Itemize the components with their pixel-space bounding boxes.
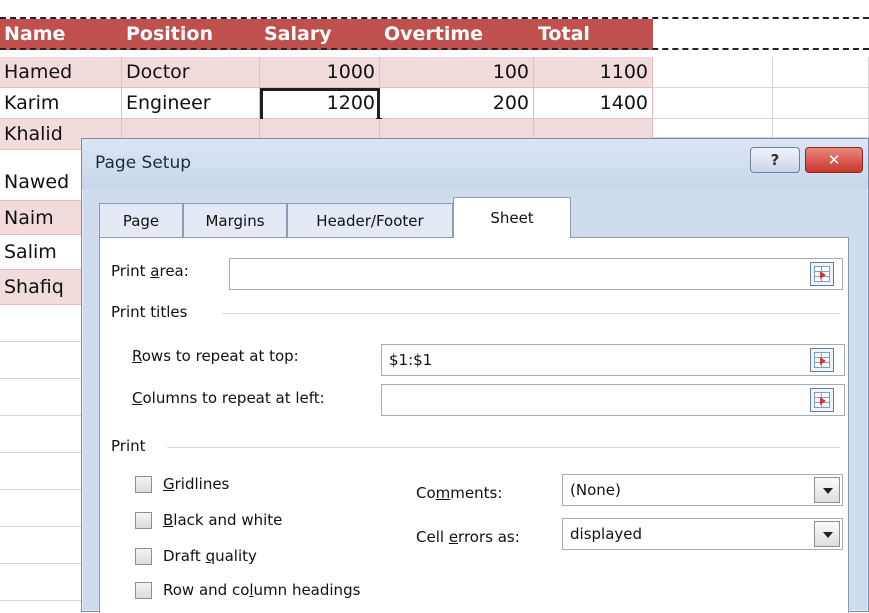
comments-select[interactable]: (None) (562, 474, 843, 506)
active-cell-selection[interactable] (260, 88, 380, 122)
print-titles-heading: Print titles (111, 303, 188, 321)
grid-cell[interactable] (0, 453, 84, 490)
copy-marquee (0, 17, 869, 19)
grid-cell[interactable] (773, 57, 869, 88)
print-heading: Print (111, 437, 146, 455)
cell-name[interactable]: Naim (0, 201, 84, 235)
header-cell-name[interactable]: Name (0, 19, 122, 50)
row-column-headings-label: Row and column headings (163, 581, 361, 599)
tab-page[interactable]: Page (99, 203, 183, 237)
columns-collapse-button[interactable] (810, 388, 834, 412)
header-cell-position[interactable]: Position (122, 19, 260, 50)
grid-cell[interactable] (0, 379, 84, 416)
cell-total[interactable]: 1100 (534, 57, 653, 88)
cell-salary[interactable]: 1000 (260, 57, 380, 88)
comments-label: Comments: (416, 484, 503, 502)
cell-name[interactable]: Shafiq (0, 270, 84, 305)
close-icon: ✕ (827, 151, 841, 169)
tab-header-footer[interactable]: Header/Footer (287, 203, 453, 237)
tab-sheet[interactable]: Sheet (453, 197, 571, 238)
header-cell-total[interactable]: Total (534, 19, 653, 50)
rows-to-repeat-input[interactable]: $1:$1 (381, 344, 845, 376)
grid-cell[interactable] (0, 564, 84, 601)
tab-margins[interactable]: Margins (183, 203, 287, 237)
close-button[interactable]: ✕ (805, 147, 863, 173)
grid-cell[interactable] (653, 119, 773, 138)
cell-overtime[interactable]: 100 (380, 57, 534, 88)
cell-position[interactable]: Engineer (122, 88, 260, 119)
grid-cell[interactable] (773, 119, 869, 138)
cell-errors-value: displayed (570, 525, 643, 543)
table-header-row: Name Position Salary Overtime Total (0, 19, 653, 50)
cell-total[interactable]: 1400 (534, 88, 653, 119)
cell-errors-label: Cell errors as: (416, 528, 520, 546)
grid-cell[interactable] (0, 527, 84, 564)
columns-to-repeat-label: Columns to repeat at left: (132, 389, 325, 407)
cell-overtime[interactable]: 200 (380, 88, 534, 119)
print-area-label: Print area: (111, 262, 189, 280)
help-button[interactable]: ? (750, 147, 800, 173)
dialog-title: Page Setup (95, 153, 192, 173)
cell-name[interactable]: Hamed (0, 57, 122, 88)
header-cell-salary[interactable]: Salary (260, 19, 380, 50)
black-and-white-label: Black and white (163, 511, 283, 529)
grid-cell[interactable] (0, 490, 84, 527)
cell-name[interactable]: Salim (0, 235, 84, 270)
grid-cell[interactable] (653, 88, 773, 119)
cell-position[interactable]: Doctor (122, 57, 260, 88)
draft-quality-checkbox[interactable] (135, 548, 152, 565)
cell-name[interactable]: Karim (0, 88, 122, 119)
print-area-collapse-button[interactable] (810, 262, 834, 286)
page-setup-dialog: Page Setup ? ✕ Page Margins Header/Foote… (81, 138, 869, 613)
cell-name[interactable]: Nawed (0, 164, 84, 201)
divider (222, 313, 840, 314)
grid-cell[interactable] (653, 57, 773, 88)
grid-cell[interactable] (773, 88, 869, 119)
print-area-input[interactable] (229, 258, 843, 290)
grid-cell[interactable] (0, 305, 84, 342)
gridlines-label: Gridlines (163, 475, 230, 493)
help-icon: ? (770, 151, 780, 169)
rows-collapse-button[interactable] (810, 348, 834, 372)
table-row: Hamed Doctor 1000 100 1100 (0, 57, 653, 88)
comments-dropdown-button[interactable] (814, 477, 840, 503)
columns-to-repeat-input[interactable] (381, 384, 845, 416)
sheet-tab-panel: Print area: Print titles Rows to repeat … (99, 237, 849, 613)
rows-to-repeat-label: Rows to repeat at top: (132, 347, 299, 365)
header-cell-overtime[interactable]: Overtime (380, 19, 534, 50)
black-and-white-checkbox[interactable] (135, 512, 152, 529)
grid-cell[interactable] (0, 342, 84, 379)
cell-errors-select[interactable]: displayed (562, 518, 843, 550)
gridlines-checkbox[interactable] (135, 476, 152, 493)
draft-quality-label: Draft quality (163, 547, 257, 565)
chevron-down-icon (823, 488, 833, 494)
grid-cell[interactable] (0, 416, 84, 453)
row-column-headings-checkbox[interactable] (135, 582, 152, 599)
comments-value: (None) (570, 481, 621, 499)
dialog-titlebar[interactable]: Page Setup ? ✕ (82, 139, 868, 189)
chevron-down-icon (823, 532, 833, 538)
copy-marquee (0, 48, 869, 50)
divider (167, 447, 840, 448)
cell-errors-dropdown-button[interactable] (814, 521, 840, 547)
